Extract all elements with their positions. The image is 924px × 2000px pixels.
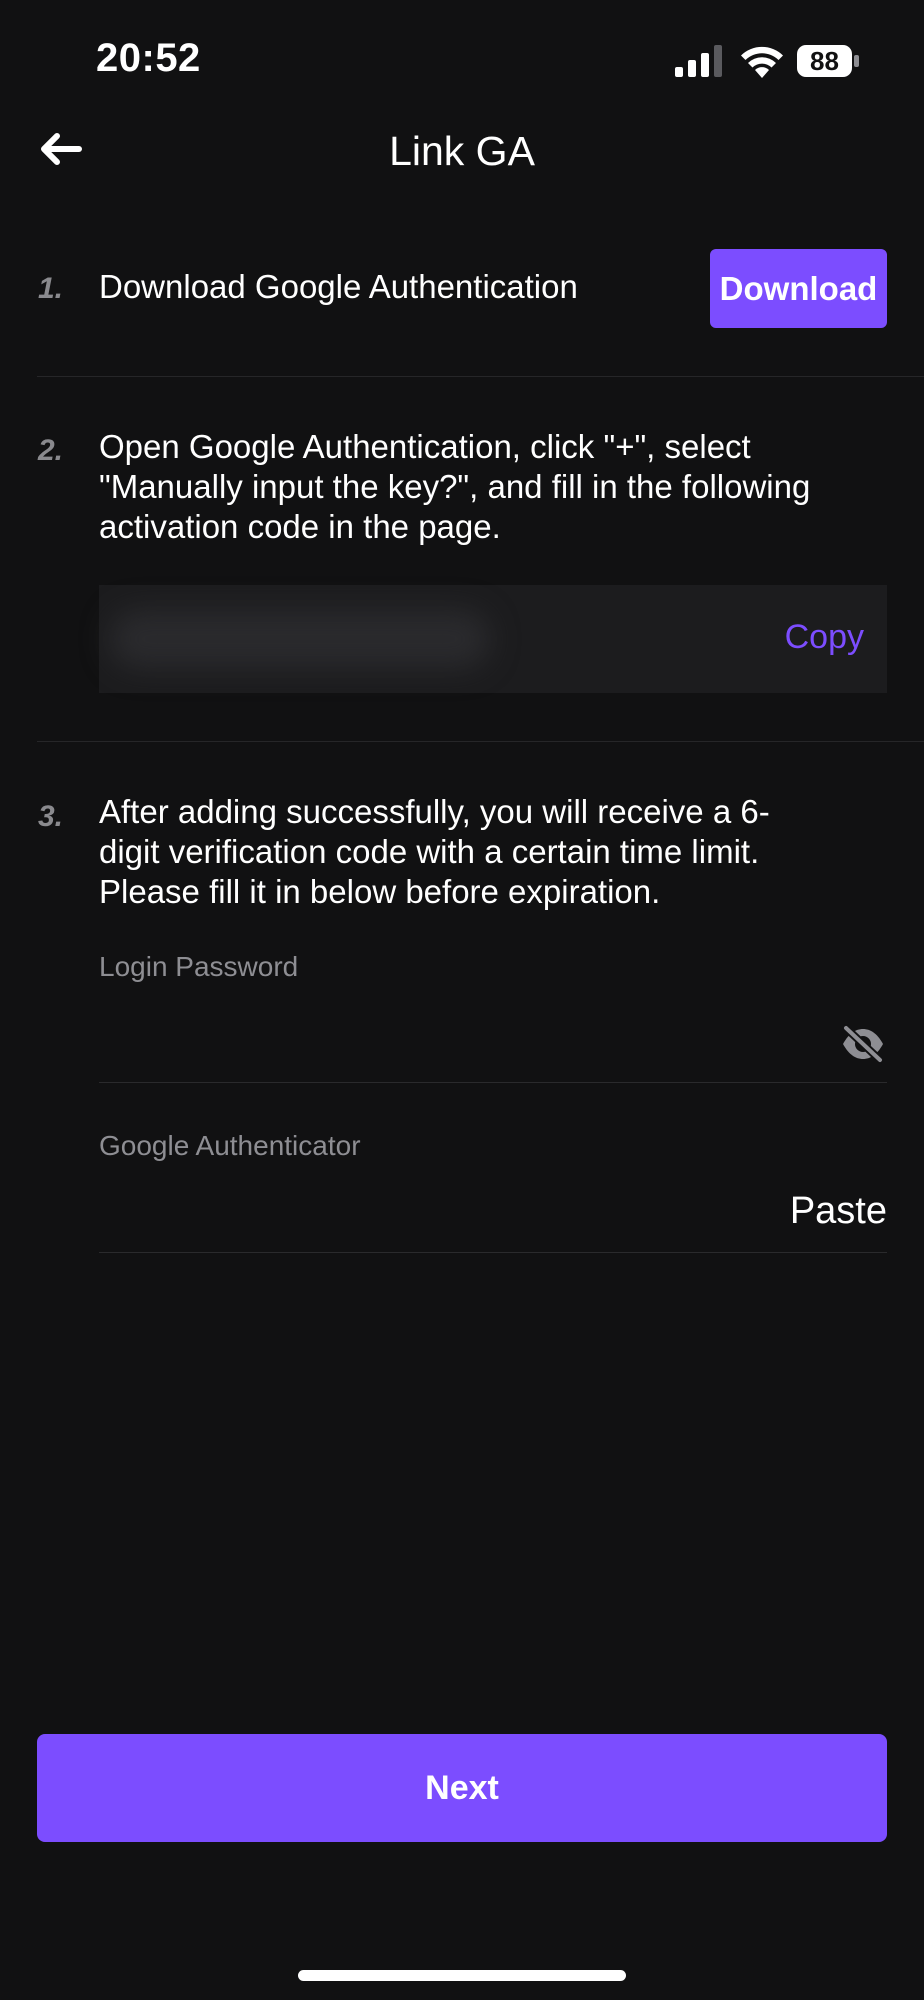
copy-button[interactable]: Copy	[740, 618, 864, 662]
page-title: Link GA	[389, 128, 535, 174]
cellular-signal-icon	[675, 45, 722, 77]
ga-code-input[interactable]	[99, 1190, 739, 1240]
password-label: Login Password	[99, 951, 299, 982]
step-3-line-1: After adding successfully, you will rece…	[99, 793, 770, 830]
eye-slash-icon	[842, 1024, 884, 1064]
ga-underline	[99, 1252, 887, 1253]
ga-label: Google Authenticator	[99, 1130, 361, 1161]
battery-icon: 88	[796, 44, 860, 78]
step-1-text: Download Google Authentication	[99, 268, 578, 305]
step-2-line-1: Open Google Authentication, click "+", s…	[99, 428, 751, 465]
step-3-number: 3.	[38, 800, 64, 833]
paste-button[interactable]: Paste	[760, 1190, 887, 1238]
step-1-number: 1.	[38, 272, 64, 305]
step-2-text: Open Google Authentication, click "+", s…	[99, 427, 810, 547]
wifi-icon	[741, 46, 783, 78]
status-time: 20:52	[96, 36, 201, 80]
divider-2	[37, 741, 924, 742]
next-button[interactable]: Next	[37, 1734, 887, 1842]
battery-level: 88	[810, 46, 839, 76]
step-2-line-2: "Manually input the key?", and fill in t…	[99, 468, 811, 505]
home-indicator	[298, 1970, 626, 1981]
download-button[interactable]: Download	[710, 249, 887, 328]
password-input[interactable]	[99, 1018, 819, 1068]
password-underline	[99, 1082, 887, 1083]
step-3-line-2: digit verification code with a certain t…	[99, 833, 760, 870]
divider-1	[37, 376, 924, 377]
activation-code-redacted	[110, 610, 490, 668]
step-2-line-3: activation code in the page.	[99, 508, 501, 545]
step-2-number: 2.	[38, 434, 64, 467]
password-visibility-toggle[interactable]	[838, 1022, 888, 1066]
step-3-text: After adding successfully, you will rece…	[99, 792, 770, 912]
step-3-line-3: Please fill it in below before expiratio…	[99, 873, 661, 910]
